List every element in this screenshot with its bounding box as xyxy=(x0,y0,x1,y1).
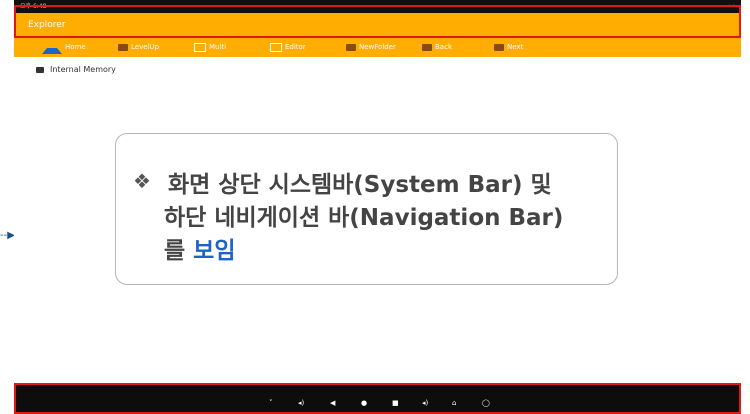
pointer-arrow-icon: --▶ xyxy=(0,230,15,241)
list-item-label: Internal Memory xyxy=(50,65,116,74)
status-time: 오후 6:48 xyxy=(20,3,47,10)
callout-line-2: 하단 네비게이션 바(Navigation Bar) xyxy=(164,205,564,231)
toolbar-next-button[interactable]: Next xyxy=(494,38,523,57)
app-title-bar: Explorer xyxy=(14,13,741,37)
system-navigation-bar xyxy=(14,384,741,413)
toolbar-multi-button[interactable]: Multi xyxy=(194,38,226,57)
memory-icon xyxy=(36,66,44,73)
home-icon xyxy=(42,41,62,54)
toolbar-home-button[interactable]: Home xyxy=(42,38,86,57)
toolbar-editor-label: Editor xyxy=(285,43,306,51)
new-folder-icon xyxy=(346,44,356,51)
folder-up-icon xyxy=(118,44,128,51)
callout-line-3: 를 보임 xyxy=(164,231,236,265)
edit-icon xyxy=(270,43,282,52)
callout-highlight: 보임 xyxy=(193,238,236,264)
toolbar-home-label: Home xyxy=(65,43,86,51)
screenshot-icon[interactable]: ⌂ xyxy=(452,399,456,407)
toolbar-newfolder-button[interactable]: NewFolder xyxy=(346,38,396,57)
toolbar-levelup-button[interactable]: LevelUp xyxy=(118,38,159,57)
back-folder-icon xyxy=(422,44,432,51)
next-folder-icon xyxy=(494,44,504,51)
toolbar-newfolder-label: NewFolder xyxy=(359,43,396,51)
toolbar-levelup-label: LevelUp xyxy=(131,43,160,51)
callout-bullet-icon: ❖ xyxy=(133,169,151,193)
recents-icon[interactable]: ■ xyxy=(392,399,399,407)
annotation-callout: ❖ 화면 상단 시스템바(System Bar) 및 하단 네비게이션 바(Na… xyxy=(115,133,618,285)
callout-line-3-prefix: 를 xyxy=(164,238,194,264)
system-status-bar: 오후 6:48 •• xyxy=(14,0,741,13)
callout-line-1: 화면 상단 시스템바(System Bar) 및 xyxy=(168,172,552,198)
nav-hide-icon[interactable]: ˅ xyxy=(269,399,273,407)
toolbar-back-label: Back xyxy=(435,43,452,51)
status-indicators: •• xyxy=(727,3,735,10)
toolbar-multi-label: Multi xyxy=(209,43,227,51)
toolbar-next-label: Next xyxy=(507,43,524,51)
power-icon[interactable]: ◯ xyxy=(482,399,490,407)
volume-down-icon[interactable]: ◂) xyxy=(298,399,304,407)
back-icon[interactable]: ◀ xyxy=(330,399,335,407)
volume-up-icon[interactable]: ◂) xyxy=(422,399,428,407)
list-item-internal-memory[interactable]: Internal Memory xyxy=(36,65,116,74)
toolbar-back-button[interactable]: Back xyxy=(422,38,452,57)
home-nav-icon[interactable]: ● xyxy=(361,399,367,407)
window-title: Explorer xyxy=(28,20,66,30)
multi-icon xyxy=(194,43,206,52)
toolbar-editor-button[interactable]: Editor xyxy=(270,38,306,57)
toolbar: Home LevelUp Multi Editor NewFolder Back… xyxy=(14,38,741,57)
